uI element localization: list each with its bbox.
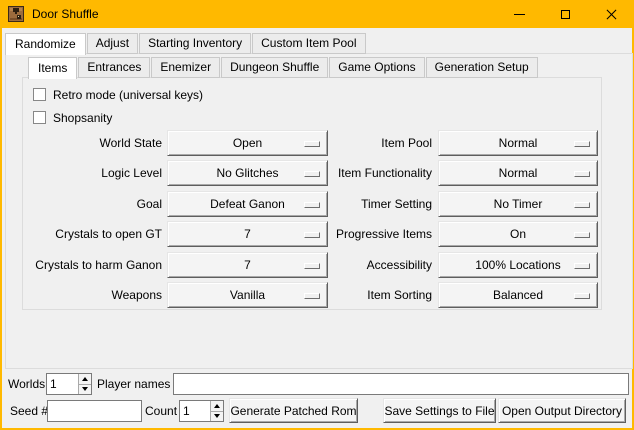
weapons-dropdown[interactable]: Vanilla <box>167 282 328 308</box>
main-tab-bar: Randomize Adjust Starting Inventory Cust… <box>5 31 367 54</box>
item-pool-label: Item Pool <box>322 130 432 156</box>
retro-mode-checkbox[interactable] <box>33 88 46 101</box>
accessibility-label: Accessibility <box>322 252 432 278</box>
menu-indicator-bar <box>574 171 590 177</box>
crystals-ganon-dropdown[interactable]: 7 <box>167 252 328 278</box>
count-up-button[interactable] <box>211 401 223 411</box>
arrow-down-icon <box>214 414 220 418</box>
tab-game-options[interactable]: Game Options <box>329 57 424 78</box>
progressive-items-dropdown[interactable]: On <box>438 221 598 247</box>
seed-label: Seed # <box>10 400 48 422</box>
tab-adjust[interactable]: Adjust <box>87 33 138 54</box>
window-title: Door Shuffle <box>32 7 99 21</box>
player-names-label: Player names <box>97 373 170 395</box>
titlebar: Door Shuffle <box>0 0 634 28</box>
maximize-icon <box>561 10 570 19</box>
count-spinner <box>179 400 224 422</box>
world-state-label: World State <box>17 130 162 156</box>
count-label: Count <box>145 400 177 422</box>
goal-dropdown[interactable]: Defeat Ganon <box>167 191 328 217</box>
save-settings-button[interactable]: Save Settings to File <box>383 398 496 423</box>
worlds-up-button[interactable] <box>79 374 91 384</box>
generate-patched-rom-button[interactable]: Generate Patched Rom <box>229 398 358 423</box>
crystals-gt-label: Crystals to open GT <box>17 221 162 247</box>
worlds-input[interactable] <box>47 374 78 394</box>
menu-indicator-bar <box>574 202 590 208</box>
shopsanity-row: Shopsanity <box>33 110 112 125</box>
player-names-input[interactable] <box>173 373 629 395</box>
menu-indicator-bar <box>304 171 320 177</box>
menu-indicator-bar <box>574 263 590 269</box>
tab-randomize[interactable]: Randomize <box>5 33 86 55</box>
window-controls <box>496 0 634 28</box>
progressive-items-label: Progressive Items <box>322 221 432 247</box>
worlds-down-button[interactable] <box>79 384 91 395</box>
tab-starting-inventory[interactable]: Starting Inventory <box>139 33 251 54</box>
arrow-up-icon <box>214 404 220 408</box>
shopsanity-label: Shopsanity <box>53 111 112 125</box>
menu-indicator-bar <box>304 293 320 299</box>
close-button[interactable] <box>588 0 634 28</box>
timer-setting-dropdown[interactable]: No Timer <box>438 191 598 217</box>
arrow-down-icon <box>82 387 88 391</box>
world-state-dropdown[interactable]: Open <box>167 130 328 156</box>
menu-indicator-bar <box>574 232 590 238</box>
menu-indicator-bar <box>304 263 320 269</box>
menu-indicator-bar <box>304 202 320 208</box>
goal-label: Goal <box>17 191 162 217</box>
menu-indicator-bar <box>304 232 320 238</box>
accessibility-dropdown[interactable]: 100% Locations <box>438 252 598 278</box>
weapons-label: Weapons <box>17 282 162 308</box>
item-pool-dropdown[interactable]: Normal <box>438 130 598 156</box>
logic-level-dropdown[interactable]: No Glitches <box>167 160 328 186</box>
sub-tab-bar: Items Entrances Enemizer Dungeon Shuffle… <box>28 56 539 78</box>
menu-indicator-bar <box>304 141 320 147</box>
tab-enemizer[interactable]: Enemizer <box>151 57 220 78</box>
logic-level-label: Logic Level <box>17 160 162 186</box>
app-window: Door Shuffle Randomize Adjust Starting I… <box>0 0 634 430</box>
worlds-spinner <box>46 373 92 395</box>
minimize-button[interactable] <box>496 0 542 28</box>
worlds-label: Worlds <box>8 373 45 395</box>
tab-custom-item-pool[interactable]: Custom Item Pool <box>252 33 365 54</box>
tab-generation-setup[interactable]: Generation Setup <box>426 57 538 78</box>
item-sorting-dropdown[interactable]: Balanced <box>438 282 598 308</box>
tab-items[interactable]: Items <box>28 57 77 79</box>
count-input[interactable] <box>180 401 210 421</box>
menu-indicator-bar <box>574 293 590 299</box>
maximize-button[interactable] <box>542 0 588 28</box>
tab-entrances[interactable]: Entrances <box>78 57 150 78</box>
count-down-button[interactable] <box>211 411 223 422</box>
item-sorting-label: Item Sorting <box>322 282 432 308</box>
seed-input[interactable] <box>47 400 142 422</box>
menu-indicator-bar <box>574 141 590 147</box>
timer-setting-label: Timer Setting <box>322 191 432 217</box>
arrow-up-icon <box>82 377 88 381</box>
retro-mode-row: Retro mode (universal keys) <box>33 87 203 102</box>
tab-dungeon-shuffle[interactable]: Dungeon Shuffle <box>221 57 328 78</box>
shopsanity-checkbox[interactable] <box>33 111 46 124</box>
open-output-directory-button[interactable]: Open Output Directory <box>498 398 626 423</box>
item-functionality-label: Item Functionality <box>322 160 432 186</box>
retro-mode-label: Retro mode (universal keys) <box>53 88 203 102</box>
crystals-ganon-label: Crystals to harm Ganon <box>17 252 162 278</box>
treasure-chest-icon <box>8 6 24 22</box>
close-icon <box>606 9 617 20</box>
minimize-icon <box>514 14 525 15</box>
crystals-gt-dropdown[interactable]: 7 <box>167 221 328 247</box>
item-functionality-dropdown[interactable]: Normal <box>438 160 598 186</box>
